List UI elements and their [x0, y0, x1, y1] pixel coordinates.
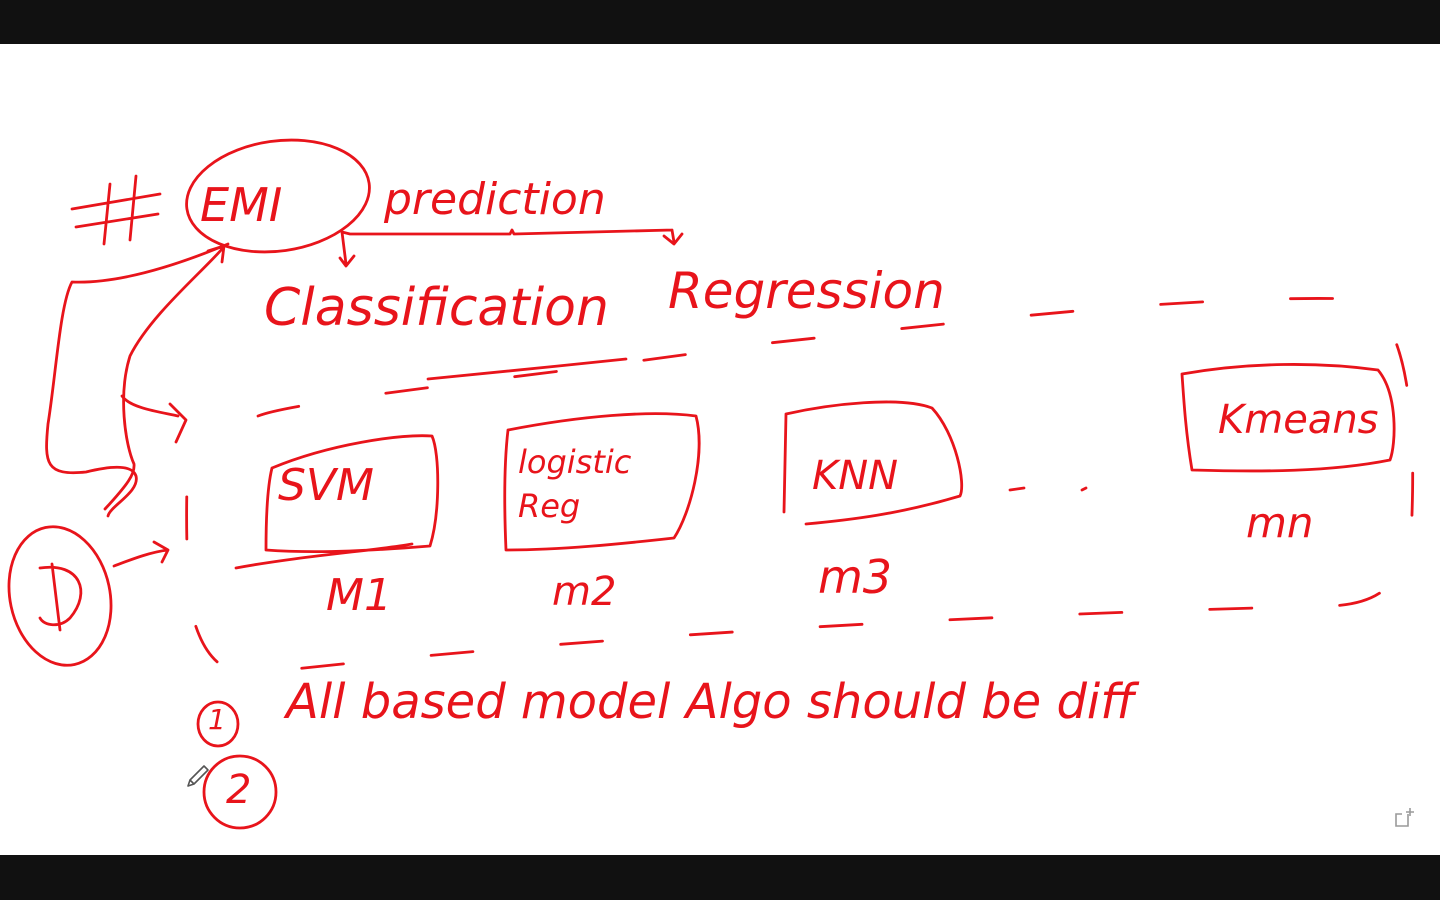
- svm-box: [234, 434, 440, 570]
- new-board-icon[interactable]: [1390, 804, 1418, 832]
- ensemble-dashed-loop: [185, 297, 1415, 676]
- letterbox-bottom: [0, 855, 1440, 900]
- whiteboard-canvas[interactable]: EMI prediction Classification Regression…: [0, 44, 1440, 855]
- hash-stroke: [70, 174, 162, 246]
- emi-to-data-arrow: [45, 242, 230, 518]
- prediction-bracket: [338, 228, 684, 268]
- data-to-emi-arrow: [103, 244, 226, 511]
- data-to-box-arrow: [112, 540, 170, 568]
- note-2-circle: [202, 754, 278, 830]
- data-to-box-arrow-top: [120, 394, 188, 444]
- emi-circle: [185, 138, 371, 254]
- pen-icon: [184, 762, 212, 790]
- ellipsis-dots: [1008, 486, 1088, 492]
- logistic-reg-box: [503, 412, 701, 552]
- dataset-circle: [7, 525, 113, 667]
- knn-box: [782, 400, 964, 526]
- kmeans-box: [1180, 363, 1396, 473]
- letterbox-top: [0, 0, 1440, 44]
- dataset-d-stroke: [38, 562, 83, 632]
- ink-strokes: [7, 138, 1415, 830]
- note-1-circle: [196, 700, 240, 748]
